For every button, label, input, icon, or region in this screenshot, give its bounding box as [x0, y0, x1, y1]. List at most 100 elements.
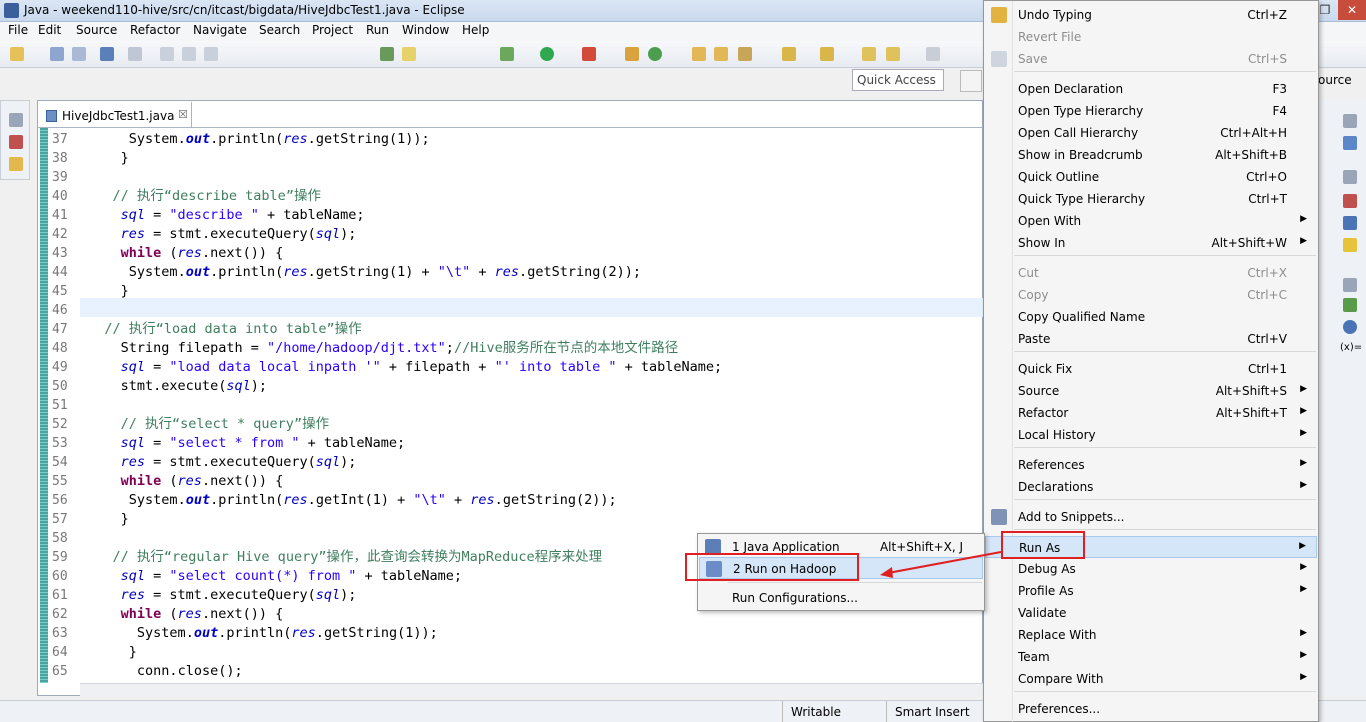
code-line[interactable]: // 执行“select * query”操作 [80, 415, 980, 434]
code-line[interactable]: stmt.execute(sql); [80, 377, 980, 396]
menu-item-replace-with[interactable]: Replace With ▶ [985, 624, 1317, 646]
menu-help[interactable]: Help [462, 23, 489, 37]
menu-project[interactable]: Project [312, 23, 353, 37]
code-line[interactable]: System.out.println(res.getString(1)); [80, 130, 980, 149]
last-edit-icon[interactable] [926, 47, 940, 61]
run-icon[interactable] [540, 47, 554, 61]
skip-breakpoints-icon[interactable] [128, 47, 142, 61]
code-line[interactable]: res = stmt.executeQuery(sql); [80, 453, 980, 472]
menu-item-quick-fix[interactable]: Quick Fix Ctrl+1 [985, 358, 1317, 380]
menu-item-refactor[interactable]: Refactor Alt+Shift+T ▶ [985, 402, 1317, 424]
menu-item-declarations[interactable]: Declarations ▶ [985, 476, 1317, 498]
new-java-class-icon[interactable] [648, 47, 662, 61]
menu-item-team[interactable]: Team ▶ [985, 646, 1317, 668]
menu-item-debug-as[interactable]: Debug As ▶ [985, 558, 1317, 580]
toggle-mark-icon[interactable] [380, 47, 394, 61]
menu-refactor[interactable]: Refactor [130, 23, 180, 37]
menu-item-open-type-hierarchy[interactable]: Open Type Hierarchy F4 [985, 100, 1317, 122]
menu-item-open-call-hierarchy[interactable]: Open Call Hierarchy Ctrl+Alt+H [985, 122, 1317, 144]
resume-icon[interactable] [160, 47, 174, 61]
variables-label[interactable]: (x)= [1340, 342, 1362, 353]
open-perspective-button[interactable] [960, 70, 982, 92]
code-line[interactable]: System.out.println(res.getInt(1) + "\t" … [80, 491, 980, 510]
debug-view-icon[interactable] [1343, 298, 1357, 312]
code-line[interactable]: } [80, 643, 980, 662]
search-icon[interactable] [738, 47, 752, 61]
code-line[interactable]: conn.close(); [80, 662, 980, 681]
menu-search[interactable]: Search [259, 23, 300, 37]
suspend-icon[interactable] [182, 47, 196, 61]
menu-item-undo-typing[interactable]: Undo Typing Ctrl+Z [985, 4, 1317, 26]
console-view-icon[interactable] [1343, 216, 1357, 230]
save-all-icon[interactable] [72, 47, 86, 61]
quick-access-input[interactable]: Quick Access [852, 69, 944, 91]
code-line[interactable]: System.out.println(res.getString(1) + "\… [80, 263, 980, 282]
restore-icon[interactable] [9, 113, 23, 127]
editor-tab[interactable]: HiveJdbcTest1.java ☒ [38, 101, 192, 127]
menu-edit[interactable]: Edit [38, 23, 61, 37]
navigator-icon[interactable] [9, 157, 23, 171]
menu-item-open-declaration[interactable]: Open Declaration F3 [985, 78, 1317, 100]
code-line[interactable]: res = stmt.executeQuery(sql); [80, 225, 980, 244]
new-icon[interactable] [10, 47, 24, 61]
submenu-item-run-configurations[interactable]: Run Configurations... [699, 587, 983, 609]
menu-run[interactable]: Run [366, 23, 389, 37]
menu-item-compare-with[interactable]: Compare With ▶ [985, 668, 1317, 690]
package-explorer-icon[interactable] [9, 135, 23, 149]
menu-item-show-in[interactable]: Show In Alt+Shift+W ▶ [985, 232, 1317, 254]
terminate-icon[interactable] [204, 47, 218, 61]
previous-annotation-icon[interactable] [820, 47, 834, 61]
menu-item-copy-qualified-name[interactable]: Copy Qualified Name [985, 306, 1317, 328]
close-button[interactable]: ✕ [1338, 0, 1366, 20]
menu-item-paste[interactable]: Paste Ctrl+V [985, 328, 1317, 350]
code-line[interactable]: sql = "select * from " + tableName; [80, 434, 980, 453]
code-line[interactable]: while (res.next()) { [80, 244, 980, 263]
code-line[interactable]: sql = "load data local inpath '" + filep… [80, 358, 980, 377]
restore-icon[interactable] [1343, 114, 1357, 128]
menu-item-add-to-snippets[interactable]: Add to Snippets... [985, 506, 1317, 528]
menu-source[interactable]: Source [76, 23, 117, 37]
menu-window[interactable]: Window [402, 23, 449, 37]
menu-navigate[interactable]: Navigate [193, 23, 247, 37]
code-line[interactable]: // 执行“load data into table”操作 [80, 320, 980, 339]
code-line[interactable]: } [80, 510, 980, 529]
open-task-icon[interactable] [714, 47, 728, 61]
close-tab-icon[interactable]: ☒ [178, 108, 188, 121]
code-line[interactable] [80, 301, 980, 320]
problems-icon[interactable] [1343, 194, 1357, 208]
menu-item-show-in-breadcrumb[interactable]: Show in Breadcrumb Alt+Shift+B [985, 144, 1317, 166]
save-icon[interactable] [50, 47, 64, 61]
code-line[interactable] [80, 168, 980, 187]
new-java-package-icon[interactable] [625, 47, 639, 61]
source-perspective-label[interactable]: ource [1318, 73, 1352, 87]
restore-icon[interactable] [1343, 278, 1357, 292]
highlight-icon[interactable] [402, 47, 416, 61]
next-annotation-icon[interactable] [782, 47, 796, 61]
menu-item-references[interactable]: References ▶ [985, 454, 1317, 476]
forward-icon[interactable] [886, 47, 900, 61]
code-line[interactable]: // 执行“describe table”操作 [80, 187, 980, 206]
horizontal-scrollbar[interactable] [80, 683, 984, 697]
console-icon[interactable] [100, 47, 114, 61]
map-reduce-icon[interactable] [1343, 238, 1357, 252]
open-type-icon[interactable] [692, 47, 706, 61]
breakpoints-icon[interactable] [1343, 320, 1357, 334]
menu-item-validate[interactable]: Validate [985, 602, 1317, 624]
menu-item-local-history[interactable]: Local History ▶ [985, 424, 1317, 446]
menu-item-preferences[interactable]: Preferences... [985, 698, 1317, 720]
menu-item-source[interactable]: Source Alt+Shift+S ▶ [985, 380, 1317, 402]
external-tools-icon[interactable] [582, 47, 596, 61]
menu-file[interactable]: File [8, 23, 28, 37]
code-line[interactable]: } [80, 149, 980, 168]
menu-item-quick-type-hierarchy[interactable]: Quick Type Hierarchy Ctrl+T [985, 188, 1317, 210]
restore-icon[interactable] [1343, 170, 1357, 184]
code-line[interactable]: System.out.println(res.getString(1)); [80, 624, 980, 643]
menu-item-profile-as[interactable]: Profile As ▶ [985, 580, 1317, 602]
code-line[interactable] [80, 396, 980, 415]
outline-icon[interactable] [1343, 136, 1357, 150]
menu-item-quick-outline[interactable]: Quick Outline Ctrl+O [985, 166, 1317, 188]
code-line[interactable]: String filepath = "/home/hadoop/djt.txt"… [80, 339, 980, 358]
debug-icon[interactable] [500, 47, 514, 61]
code-line[interactable]: } [80, 282, 980, 301]
code-line[interactable]: while (res.next()) { [80, 472, 980, 491]
